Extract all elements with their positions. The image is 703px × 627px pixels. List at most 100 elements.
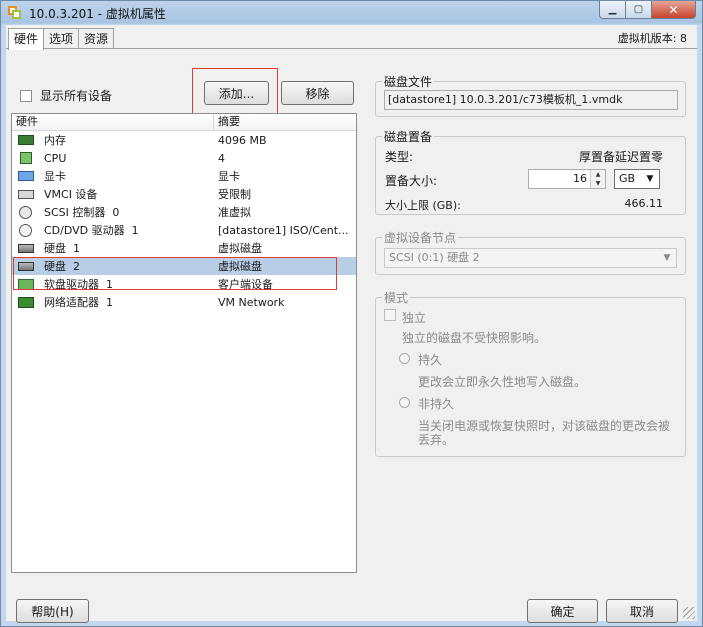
- title-bar[interactable]: 10.0.3.201 - 虚拟机属性 ▁ ▢ ✕: [1, 1, 702, 25]
- device-row[interactable]: SCSI 控制器 0 准虚拟: [12, 203, 356, 221]
- device-name: VMCI 设备: [44, 188, 98, 201]
- mode-group: 模式 独立 独立的磁盘不受快照影响。 持久 更改会立即永久性地写入磁盘。 非持久…: [375, 289, 686, 457]
- nonpersistent-desc-2: 丢弃。: [418, 433, 455, 447]
- device-row[interactable]: 硬盘 2 虚拟磁盘: [12, 257, 356, 275]
- column-header-hardware[interactable]: 硬件: [12, 114, 214, 130]
- device-summary: 虚拟磁盘: [218, 242, 262, 255]
- show-all-label: 显示所有设备: [40, 89, 113, 103]
- window-controls: ▁ ▢ ✕: [599, 1, 696, 19]
- vmci-icon: [18, 189, 34, 199]
- device-row[interactable]: CPU 4: [12, 149, 356, 167]
- dialog-client: 硬件 选项 资源 虚拟机版本: 8 显示所有设备 添加... 移除 硬件 摘要 …: [6, 25, 697, 623]
- disk-file-group: 磁盘文件 [datastore1] 10.0.3.201/c73模板机_1.vm…: [375, 73, 686, 117]
- device-row[interactable]: 内存 4096 MB: [12, 131, 356, 149]
- tab-options[interactable]: 选项: [43, 28, 80, 49]
- prov-size-label: 置备大小:: [385, 174, 438, 188]
- vdev-node-select[interactable]: SCSI (0:1) 硬盘 2 ▼: [384, 248, 677, 268]
- device-name-cell: 内存: [12, 132, 214, 148]
- mode-legend: 模式: [384, 291, 409, 305]
- nonpersistent-label: 非持久: [418, 397, 455, 411]
- device-summary: 4096 MB: [218, 133, 267, 147]
- prov-size-unit: GB: [619, 172, 636, 185]
- device-row[interactable]: VMCI 设备 受限制: [12, 185, 356, 203]
- cancel-button[interactable]: 取消: [606, 599, 678, 623]
- tab-strip: 硬件 选项 资源: [8, 28, 115, 50]
- device-name-cell: 网络适配器 1: [12, 294, 214, 310]
- device-name: 软盘驱动器 1: [44, 278, 113, 291]
- device-name: 硬盘 2: [44, 260, 80, 273]
- floppy-icon: [18, 278, 34, 290]
- vdev-node-value: SCSI (0:1) 硬盘 2: [389, 251, 480, 264]
- device-name: 硬盘 1: [44, 242, 80, 255]
- prov-size-value: 16: [573, 172, 587, 185]
- device-rows: 内存 4096 MB CPU 4 显卡 显卡 VMCI 设备 受限制 SCSI 控制器 0 准虚拟…: [12, 131, 356, 311]
- prov-max-label: 大小上限 (GB):: [385, 199, 461, 212]
- device-summary: 客户端设备: [218, 278, 273, 291]
- ok-button[interactable]: 确定: [527, 599, 598, 623]
- device-name-cell: 软盘驱动器 1: [12, 276, 214, 292]
- device-name: CPU: [44, 151, 67, 165]
- device-name-cell: 显卡: [12, 168, 214, 184]
- vm-properties-window: 10.0.3.201 - 虚拟机属性 ▁ ▢ ✕ 硬件 选项 资源 虚拟机版本:…: [0, 0, 703, 627]
- device-row[interactable]: CD/DVD 驱动器 1 [datastore1] ISO/Cent...: [12, 221, 356, 239]
- tab-hardware[interactable]: 硬件: [8, 28, 45, 50]
- disk-file-path: [datastore1] 10.0.3.201/c73模板机_1.vmdk: [384, 90, 678, 110]
- device-summary: [datastore1] ISO/Cent...: [218, 223, 349, 237]
- persistent-label: 持久: [418, 353, 443, 367]
- cpu-icon: [20, 152, 32, 164]
- prov-size-stepper[interactable]: 16 ▲ ▼: [528, 169, 606, 189]
- device-name-cell: CD/DVD 驱动器 1: [12, 222, 214, 238]
- show-all-checkbox[interactable]: [20, 89, 32, 102]
- chevron-down-icon: ▼: [646, 174, 654, 184]
- window-title: 10.0.3.201 - 虚拟机属性: [29, 6, 166, 21]
- device-list[interactable]: 硬件 摘要 内存 4096 MB CPU 4 显卡 显卡 VMCI 设备 受限制 SCSI 控制…: [11, 113, 357, 573]
- persistent-radio[interactable]: [399, 353, 410, 364]
- spin-arrows-icon[interactable]: ▲ ▼: [590, 170, 605, 188]
- device-row[interactable]: 网络适配器 1 VM Network: [12, 293, 356, 311]
- close-icon[interactable]: ✕: [652, 1, 696, 19]
- prov-type-label: 类型:: [385, 150, 414, 164]
- vmware-vm-icon: [7, 5, 23, 21]
- device-summary: 虚拟磁盘: [218, 260, 262, 273]
- minimize-icon[interactable]: ▁: [599, 1, 626, 19]
- device-row[interactable]: 硬盘 1 虚拟磁盘: [12, 239, 356, 257]
- prov-size-unit-select[interactable]: GB ▼: [614, 169, 660, 189]
- show-all-devices[interactable]: 显示所有设备: [20, 87, 112, 104]
- resize-grip-icon[interactable]: [683, 607, 695, 619]
- network-adapter-icon: [18, 296, 34, 308]
- column-header-summary[interactable]: 摘要: [214, 114, 356, 130]
- independent-desc: 独立的磁盘不受快照影响。: [402, 331, 547, 345]
- device-summary: 4: [218, 151, 225, 165]
- scsi-controller-icon: [19, 205, 32, 219]
- tab-resources[interactable]: 资源: [78, 28, 115, 49]
- maximize-icon[interactable]: ▢: [626, 1, 652, 19]
- prov-max-value: 466.11: [624, 197, 664, 210]
- device-row[interactable]: 软盘驱动器 1 客户端设备: [12, 275, 356, 293]
- device-summary: 受限制: [218, 188, 251, 201]
- vdev-node-legend: 虚拟设备节点: [384, 231, 457, 245]
- device-name: CD/DVD 驱动器 1: [44, 224, 139, 237]
- device-row[interactable]: 显卡 显卡: [12, 167, 356, 185]
- help-button[interactable]: 帮助(H): [16, 599, 89, 623]
- independent-checkbox[interactable]: [384, 309, 396, 321]
- hard-disk-icon: [18, 243, 34, 253]
- nonpersistent-radio[interactable]: [399, 397, 410, 408]
- disk-provisioning-legend: 磁盘置备: [384, 130, 433, 144]
- vm-version-label: 虚拟机版本: 8: [617, 32, 687, 45]
- hardware-panel: 显示所有设备 添加... 移除 硬件 摘要 内存 4096 MB CPU 4 显卡 显卡 V…: [6, 48, 697, 623]
- device-name: 网络适配器 1: [44, 296, 113, 309]
- device-name: SCSI 控制器 0: [44, 206, 120, 219]
- device-name-cell: VMCI 设备: [12, 186, 214, 202]
- nonpersistent-desc-1: 当关闭电源或恢复快照时，对该磁盘的更改会被: [418, 419, 671, 433]
- virtual-device-node-group: 虚拟设备节点 SCSI (0:1) 硬盘 2 ▼: [375, 229, 686, 275]
- device-summary: VM Network: [218, 295, 285, 309]
- device-list-header: 硬件 摘要: [12, 114, 356, 131]
- device-name: 内存: [44, 134, 66, 147]
- cd-dvd-icon: [19, 223, 32, 237]
- remove-button[interactable]: 移除: [281, 81, 354, 105]
- device-summary: 准虚拟: [218, 206, 251, 219]
- add-button[interactable]: 添加...: [204, 81, 269, 105]
- memory-icon: [18, 135, 34, 145]
- device-name: 显卡: [44, 170, 66, 183]
- chevron-down-icon: ▼: [663, 253, 671, 263]
